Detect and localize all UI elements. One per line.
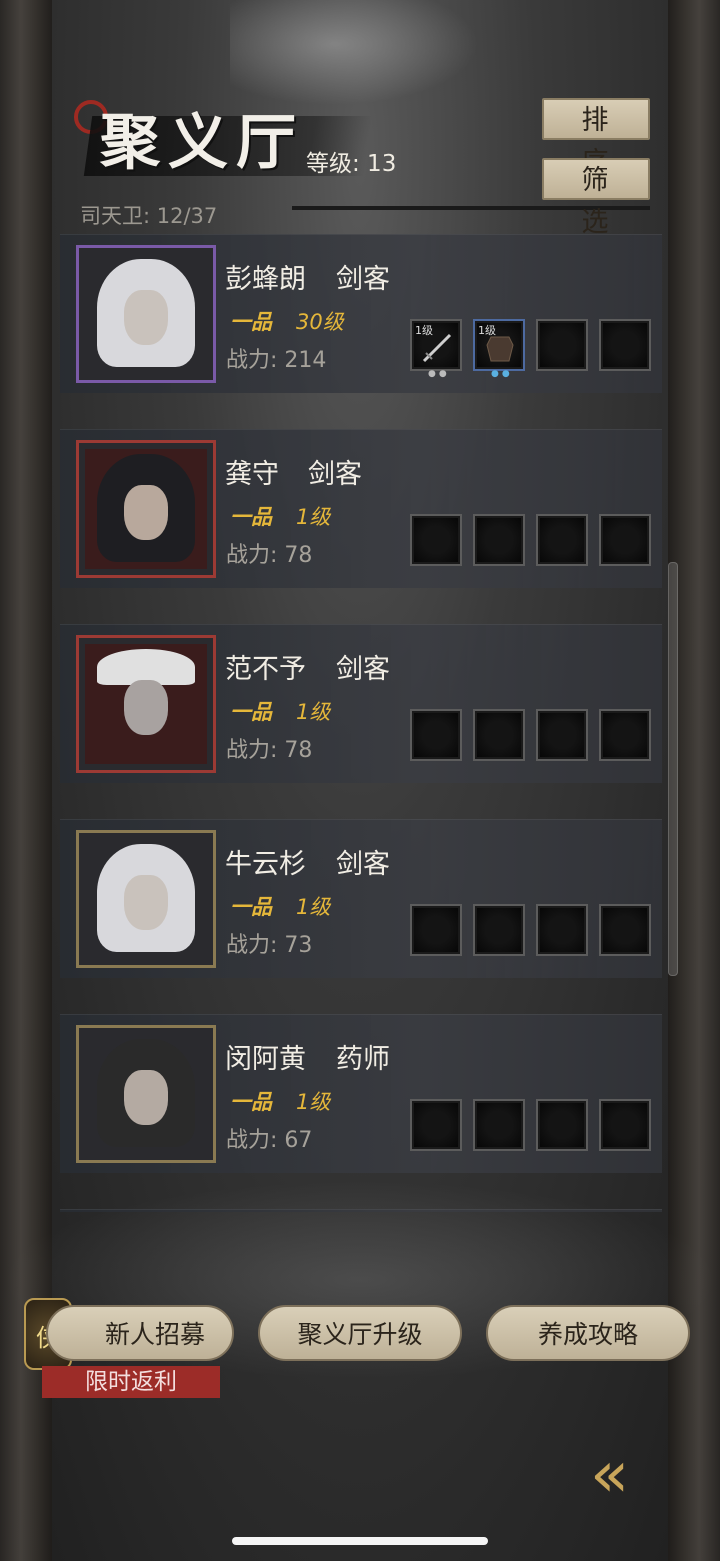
hero-grade: 一品 [230, 700, 272, 724]
hero-row[interactable]: 龚守 剑客 一品 1级 战力: 78 [60, 429, 662, 588]
hero-list[interactable]: 彭蜂朗 剑客 一品 30级 战力: 214 1级 ●● 1级 ●● 龚守 剑客 … [60, 232, 662, 1212]
hero-role: 剑客 [336, 264, 390, 295]
hero-level: 1级 [296, 895, 331, 919]
hero-role: 剑客 [308, 459, 362, 490]
hero-name: 彭蜂朗 [225, 264, 306, 295]
sort-button[interactable]: 排序 [542, 98, 650, 178]
limited-rebate-tag[interactable]: 限时返利 [42, 1366, 220, 1398]
equipment-slot-empty[interactable] [536, 904, 588, 956]
hero-power: 战力: 214 [226, 348, 327, 373]
list-partial-row [60, 1209, 662, 1212]
equipment-slot-empty[interactable] [410, 1099, 462, 1151]
hero-power: 战力: 78 [226, 543, 313, 568]
filter-button[interactable]: 筛选 [542, 158, 650, 238]
armor-icon [486, 336, 514, 362]
hero-row[interactable]: 牛云杉 剑客 一品 1级 战力: 73 [60, 819, 662, 978]
slot-gem-dots: ●● [428, 369, 450, 379]
sword-icon [422, 333, 452, 363]
equipment-slot-empty[interactable] [473, 514, 525, 566]
equipment-slot-empty[interactable] [410, 904, 462, 956]
hero-power: 战力: 78 [226, 738, 313, 763]
equipment-slot-empty[interactable] [599, 319, 651, 371]
hero-row[interactable]: 闵阿黄 药师 一品 1级 战力: 67 [60, 1014, 662, 1173]
hero-grade: 一品 [230, 310, 272, 334]
hero-grade: 一品 [230, 1090, 272, 1114]
hall-level: 等级: 13 [306, 151, 397, 177]
recruit-button[interactable]: 新人招募 [46, 1305, 234, 1361]
hero-level: 1级 [296, 1090, 331, 1114]
equipment-slot-empty[interactable] [536, 514, 588, 566]
equipment-slot-empty[interactable] [536, 709, 588, 761]
equipment-slot-empty[interactable] [599, 514, 651, 566]
hall-upgrade-button[interactable]: 聚义厅升级 [258, 1305, 462, 1361]
hero-name: 闵阿黄 [225, 1044, 306, 1075]
hero-role: 剑客 [336, 654, 390, 685]
hero-level: 30级 [296, 310, 344, 334]
hero-row[interactable]: 彭蜂朗 剑客 一品 30级 战力: 214 1级 ●● 1级 ●● [60, 234, 662, 393]
equipment-slot-empty[interactable] [473, 904, 525, 956]
hero-role: 剑客 [336, 849, 390, 880]
equipment-slot-empty[interactable] [410, 709, 462, 761]
hero-level: 1级 [296, 505, 331, 529]
page-title: 聚义厅 [100, 108, 304, 178]
guard-count: 司天卫: 12/37 [80, 204, 218, 228]
hero-avatar [76, 440, 216, 578]
hero-power: 战力: 67 [226, 1128, 313, 1153]
hero-avatar [76, 635, 216, 773]
equipment-slot-empty[interactable] [410, 514, 462, 566]
hero-name: 龚守 [225, 459, 279, 490]
equipment-slot-empty[interactable] [473, 709, 525, 761]
equipment-slot-armor[interactable]: 1级 ●● [473, 319, 525, 379]
training-guide-button[interactable]: 养成攻略 [486, 1305, 690, 1361]
hall-header: 聚义厅 等级: 13 司天卫: 12/37 排序 筛选 [70, 88, 660, 238]
equipment-slot-empty[interactable] [599, 1099, 651, 1151]
hero-avatar [76, 1025, 216, 1163]
slot-gem-dots: ●● [491, 369, 513, 379]
hero-name: 范不予 [225, 654, 306, 685]
equipment-slot-empty[interactable] [599, 709, 651, 761]
back-arrow-icon[interactable]: « [590, 1440, 674, 1510]
equipment-slot-weapon[interactable]: 1级 ●● [410, 319, 462, 379]
equipment-slot-empty[interactable] [536, 319, 588, 371]
list-scrollbar[interactable] [668, 562, 678, 976]
equipment-slot-empty[interactable] [536, 1099, 588, 1151]
equipment-slot-empty[interactable] [473, 1099, 525, 1151]
hero-name: 牛云杉 [225, 849, 306, 880]
hero-power: 战力: 73 [226, 933, 313, 958]
hero-grade: 一品 [230, 895, 272, 919]
hero-avatar [76, 245, 216, 383]
hero-grade: 一品 [230, 505, 272, 529]
hero-row[interactable]: 范不予 剑客 一品 1级 战力: 78 [60, 624, 662, 783]
hero-level: 1级 [296, 700, 331, 724]
hero-avatar [76, 830, 216, 968]
home-indicator[interactable] [232, 1537, 488, 1545]
hero-role: 药师 [336, 1044, 390, 1075]
equipment-slot-empty[interactable] [599, 904, 651, 956]
